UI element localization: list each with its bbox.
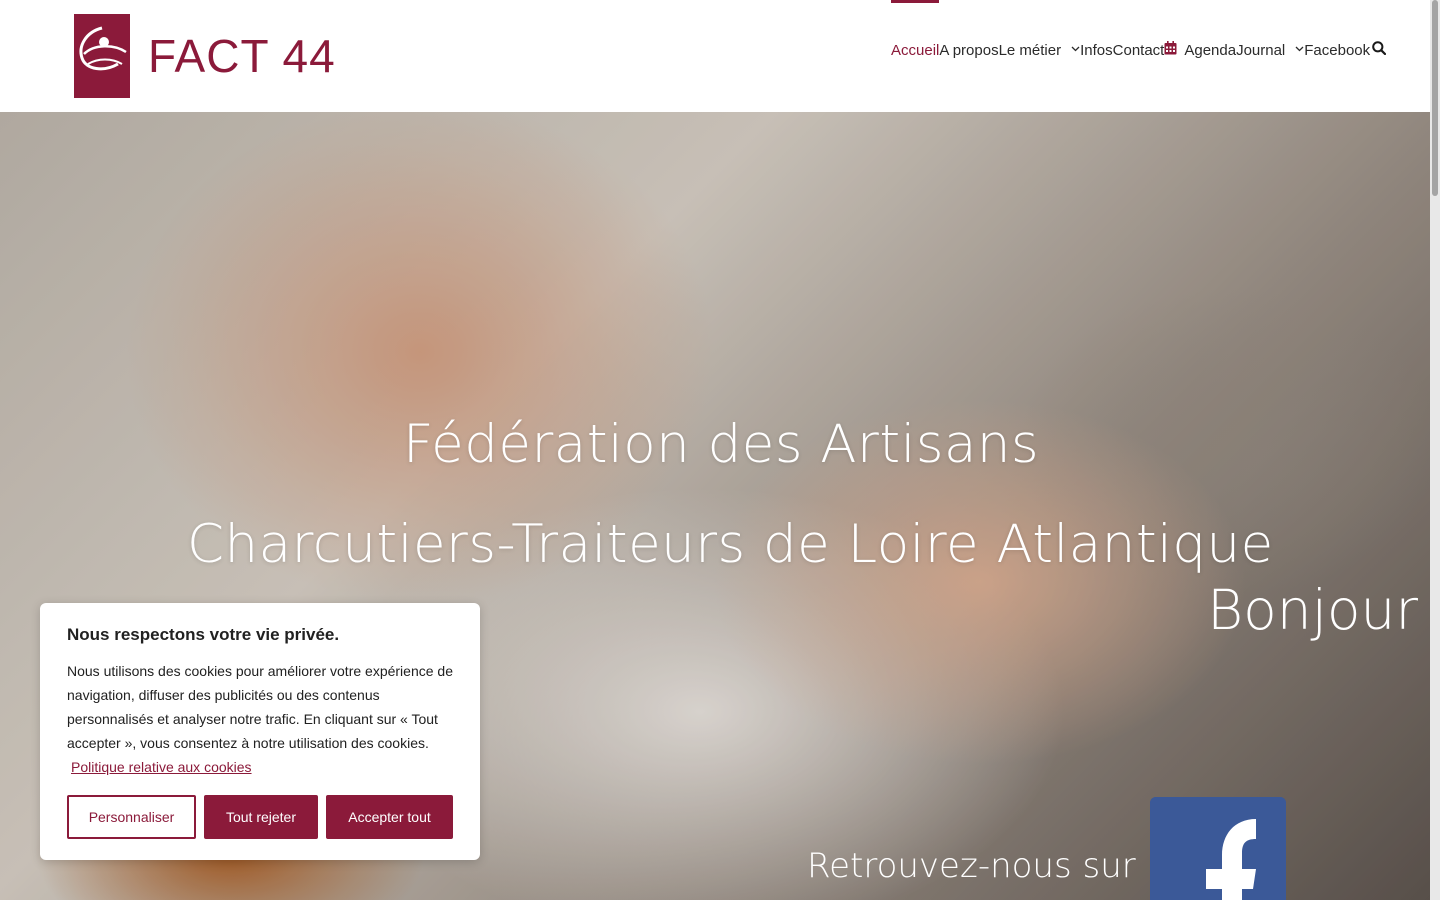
chevron-down-icon <box>1295 43 1304 55</box>
nav-item-facebook[interactable]: Facebook <box>1304 0 1370 100</box>
accept-all-button[interactable]: Accepter tout <box>326 795 453 839</box>
logo-mark-icon <box>74 14 130 98</box>
customize-button[interactable]: Personnaliser <box>67 795 196 839</box>
hero-title-line1: Fédération des Artisans <box>403 414 1040 475</box>
nav-label: Infos <box>1080 41 1113 59</box>
cookie-consent-banner: Nous respectons votre vie privée. Nous u… <box>40 603 480 860</box>
search-icon <box>1372 41 1387 59</box>
nav-label: Accueil <box>891 41 940 59</box>
main-nav: Accueil A propos Le métier Infos Contact <box>891 0 1387 100</box>
cookie-buttons: Personnaliser Tout rejeter Accepter tout <box>67 795 453 839</box>
nav-label: Contact <box>1112 41 1165 59</box>
reject-all-button[interactable]: Tout rejeter <box>204 795 318 839</box>
hero-title-line2: Charcutiers-Traiteurs de Loire Atlantiqu… <box>187 514 1274 575</box>
nav-label: Agenda <box>1184 41 1237 59</box>
logo-text: FACT 44 <box>148 30 336 82</box>
nav-label: Journal <box>1236 41 1286 59</box>
scrollbar-thumb[interactable] <box>1432 0 1438 196</box>
cookie-text: Nous utilisons des cookies pour améliore… <box>67 663 453 751</box>
cookie-description: Nous utilisons des cookies pour améliore… <box>67 659 453 779</box>
hero-follow-text: Retrouvez-nous sur <box>807 846 1136 886</box>
page-scrollbar[interactable] <box>1430 0 1440 900</box>
nav-item-journal[interactable]: Journal <box>1236 0 1304 100</box>
nav-label: Le métier <box>998 41 1062 59</box>
site-header: FACT 44 Accueil A propos Le métier Infos… <box>0 0 1430 112</box>
facebook-icon[interactable] <box>1150 797 1286 900</box>
calendar-icon <box>1164 41 1177 59</box>
nav-item-agenda[interactable]: Agenda <box>1164 0 1236 100</box>
nav-item-le-metier[interactable]: Le métier <box>999 0 1081 100</box>
search-button[interactable] <box>1370 0 1387 100</box>
chevron-down-icon <box>1071 43 1080 55</box>
nav-label: A propos <box>939 41 999 59</box>
nav-label: Facebook <box>1304 41 1371 59</box>
cookie-policy-link[interactable]: Politique relative aux cookies <box>71 759 252 775</box>
site-logo[interactable]: FACT 44 <box>74 14 336 98</box>
nav-item-a-propos[interactable]: A propos <box>939 0 998 100</box>
nav-item-accueil[interactable]: Accueil <box>891 0 940 100</box>
hero-greeting: Bonjour <box>1207 578 1418 642</box>
cookie-title: Nous respectons votre vie privée. <box>67 625 340 644</box>
nav-item-infos[interactable]: Infos <box>1080 0 1113 100</box>
nav-item-contact[interactable]: Contact <box>1113 0 1165 100</box>
